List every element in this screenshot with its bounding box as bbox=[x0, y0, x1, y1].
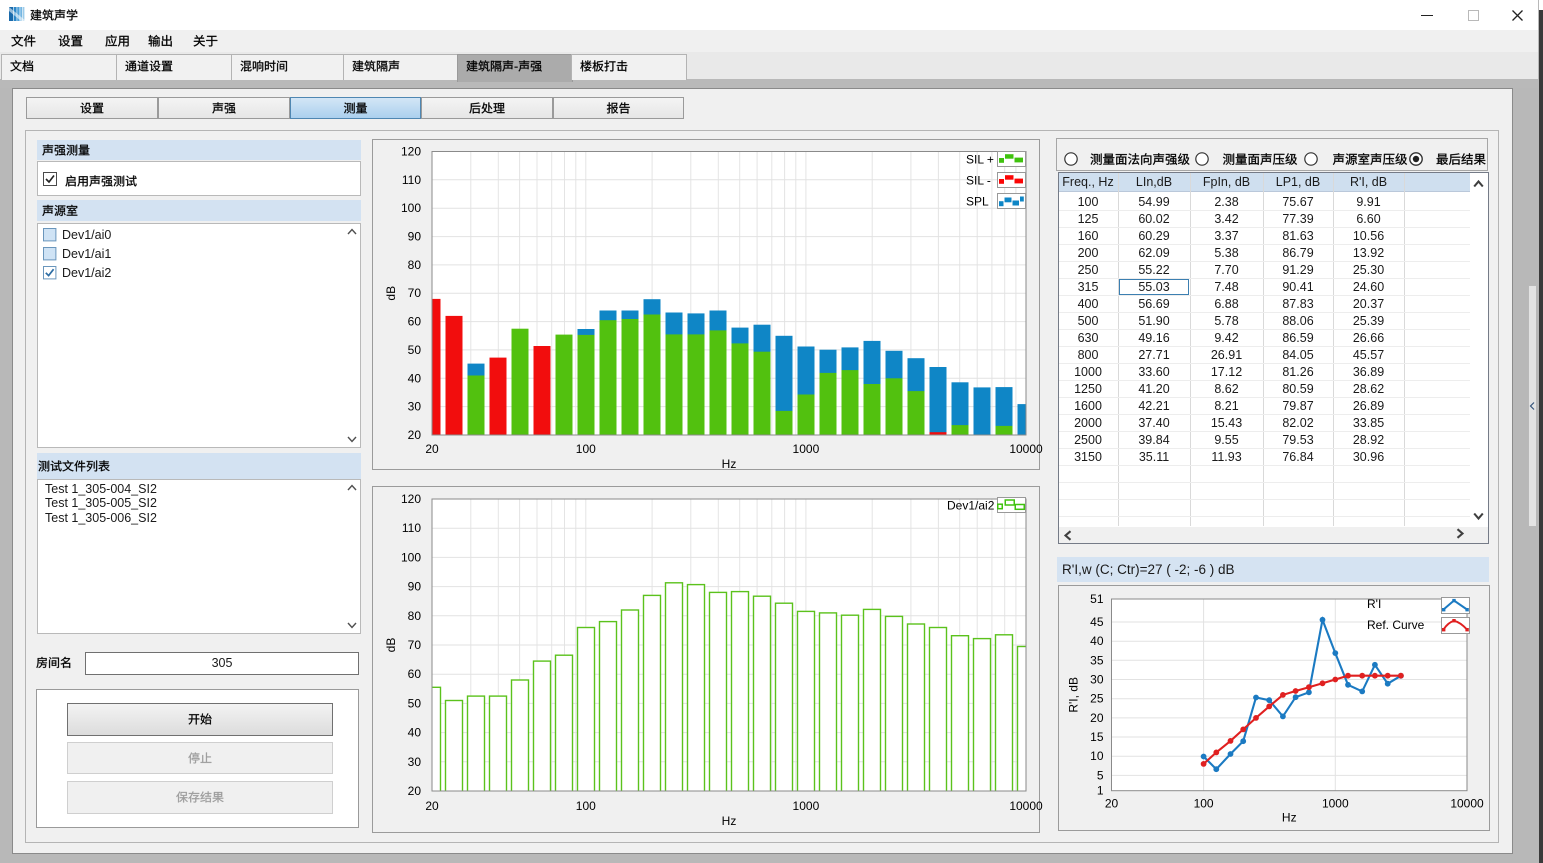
svg-text:Hz: Hz bbox=[1282, 811, 1297, 825]
svg-text:SIL +: SIL + bbox=[966, 153, 994, 167]
svg-text:30: 30 bbox=[1090, 673, 1104, 687]
svg-text:20: 20 bbox=[408, 784, 422, 798]
svg-text:20: 20 bbox=[1090, 711, 1104, 725]
svg-text:dB: dB bbox=[384, 638, 398, 653]
svg-text:100: 100 bbox=[576, 799, 596, 813]
svg-text:120: 120 bbox=[401, 145, 421, 159]
svg-text:5: 5 bbox=[1097, 768, 1104, 782]
svg-text:Hz: Hz bbox=[722, 457, 737, 471]
svg-text:1000: 1000 bbox=[1322, 797, 1349, 811]
svg-text:110: 110 bbox=[402, 521, 421, 535]
svg-text:50: 50 bbox=[408, 343, 422, 357]
svg-text:90: 90 bbox=[408, 580, 422, 594]
svg-text:40: 40 bbox=[408, 371, 422, 385]
svg-text:R'I, dB: R'I, dB bbox=[1067, 677, 1081, 713]
svg-text:20: 20 bbox=[408, 428, 422, 442]
svg-text:60: 60 bbox=[408, 315, 422, 329]
svg-text:90: 90 bbox=[408, 230, 422, 244]
svg-text:15: 15 bbox=[1090, 730, 1104, 744]
svg-text:20: 20 bbox=[425, 799, 439, 813]
svg-text:100: 100 bbox=[1194, 797, 1214, 811]
svg-text:10000: 10000 bbox=[1009, 442, 1043, 456]
svg-text:10000: 10000 bbox=[1450, 797, 1484, 811]
svg-text:80: 80 bbox=[408, 258, 422, 272]
svg-text:80: 80 bbox=[408, 609, 422, 623]
svg-text:25: 25 bbox=[1090, 692, 1104, 706]
svg-text:70: 70 bbox=[408, 638, 422, 652]
svg-text:60: 60 bbox=[408, 667, 422, 681]
svg-text:100: 100 bbox=[401, 201, 421, 215]
svg-text:dB: dB bbox=[384, 286, 398, 301]
svg-text:100: 100 bbox=[401, 550, 421, 564]
svg-text:100: 100 bbox=[576, 442, 596, 456]
svg-text:45: 45 bbox=[1090, 615, 1104, 629]
svg-text:10000: 10000 bbox=[1009, 799, 1043, 813]
svg-text:1: 1 bbox=[1097, 784, 1104, 798]
svg-text:51: 51 bbox=[1090, 592, 1104, 606]
svg-text:SIL -: SIL - bbox=[966, 174, 991, 188]
svg-text:1000: 1000 bbox=[793, 442, 820, 456]
svg-text:30: 30 bbox=[408, 400, 422, 414]
svg-text:110: 110 bbox=[402, 173, 421, 187]
svg-text:Dev1/ai2: Dev1/ai2 bbox=[947, 499, 995, 513]
svg-text:1000: 1000 bbox=[793, 799, 820, 813]
svg-text:120: 120 bbox=[401, 492, 421, 506]
svg-text:20: 20 bbox=[1105, 797, 1119, 811]
svg-text:35: 35 bbox=[1090, 653, 1104, 667]
svg-text:Ref. Curve: Ref. Curve bbox=[1367, 618, 1425, 632]
svg-text:10: 10 bbox=[1090, 749, 1104, 763]
svg-text:SPL: SPL bbox=[966, 195, 989, 209]
svg-text:70: 70 bbox=[408, 286, 422, 300]
svg-text:20: 20 bbox=[425, 442, 439, 456]
svg-text:40: 40 bbox=[1090, 634, 1104, 648]
svg-text:30: 30 bbox=[408, 755, 422, 769]
svg-text:R'I: R'I bbox=[1367, 597, 1381, 611]
svg-text:50: 50 bbox=[408, 696, 422, 710]
svg-text:40: 40 bbox=[408, 726, 422, 740]
svg-text:Hz: Hz bbox=[722, 814, 737, 828]
